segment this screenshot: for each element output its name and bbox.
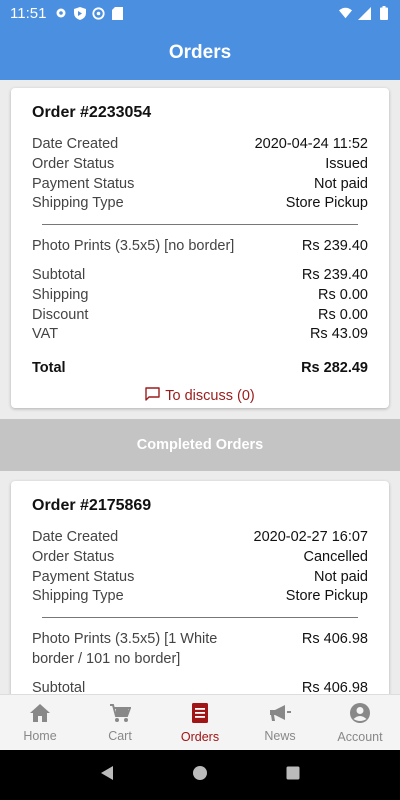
back-icon[interactable] <box>99 765 115 786</box>
discuss-label: To discuss (0) <box>165 387 255 404</box>
info-label: Shipping Type <box>32 588 124 605</box>
totals-label: Discount <box>32 306 89 323</box>
info-label: Date Created <box>32 529 119 545</box>
bottom-nav: Home Cart Orders News Account <box>0 694 400 750</box>
total-row: Total Rs 282.49 <box>32 359 368 379</box>
nav-item-news[interactable]: News <box>240 695 320 750</box>
nav-label: Cart <box>108 728 132 743</box>
info-row-status: Order Status Issued <box>32 155 368 175</box>
totals-value: Rs 239.40 <box>301 266 368 283</box>
divider <box>42 224 358 226</box>
nav-item-cart[interactable]: Cart <box>80 695 160 750</box>
order-card[interactable]: Order #2233054 Date Created 2020-04-24 1… <box>11 88 389 408</box>
page-title: Orders <box>168 42 232 63</box>
nav-label: News <box>264 728 296 743</box>
app-bar: Orders <box>0 26 400 80</box>
section-title: Completed Orders <box>136 437 264 453</box>
signal-icon <box>358 6 371 20</box>
info-value: Not paid <box>313 175 368 192</box>
chat-icon <box>145 387 160 405</box>
line-item: Photo Prints (3.5x5) [1 White border / 1… <box>32 630 368 670</box>
nav-label: Account <box>337 729 383 744</box>
wifi-icon <box>339 7 352 20</box>
line-item-price: Rs 406.98 <box>301 631 368 648</box>
info-row-date: Date Created 2020-04-24 11:52 <box>32 135 368 155</box>
discuss-button[interactable]: To discuss (0) <box>32 387 368 405</box>
info-label: Payment Status <box>32 175 135 192</box>
info-label: Shipping Type <box>32 195 124 212</box>
totals-label: Subtotal <box>32 679 86 694</box>
info-row-date: Date Created 2020-02-27 16:07 <box>32 528 368 548</box>
info-value: Store Pickup <box>285 588 368 605</box>
at-icon <box>92 6 106 20</box>
cart-icon <box>109 703 132 726</box>
status-bar: 11:51 <box>0 0 400 26</box>
status-icons-right <box>339 6 390 20</box>
totals-row-vat: VAT Rs 43.09 <box>32 325 368 345</box>
total-label: Total <box>32 360 66 377</box>
info-row-payment: Payment Status Not paid <box>32 568 368 588</box>
status-time: 11:51 <box>10 4 47 22</box>
account-icon <box>349 702 371 727</box>
recents-icon[interactable] <box>285 765 301 786</box>
info-value: 2020-04-24 11:52 <box>254 136 368 152</box>
gear-icon <box>54 7 67 20</box>
order-title: Order #2175869 <box>32 497 152 514</box>
nav-item-home[interactable]: Home <box>0 695 80 750</box>
shield-icon <box>73 6 86 20</box>
nav-label: Home <box>23 728 57 743</box>
status-icons-left <box>54 6 124 20</box>
divider <box>42 617 358 619</box>
info-value: 2020-02-27 16:07 <box>253 529 369 545</box>
info-value: Store Pickup <box>285 195 368 212</box>
completed-orders-header: Completed Orders <box>0 419 400 471</box>
info-value: Not paid <box>313 568 368 585</box>
total-value: Rs 282.49 <box>301 360 368 377</box>
info-row-status: Order Status Cancelled <box>32 548 368 568</box>
megaphone-icon <box>268 703 292 726</box>
info-row-shipping: Shipping Type Store Pickup <box>32 587 368 607</box>
info-row-shipping: Shipping Type Store Pickup <box>32 194 368 214</box>
sd-card-icon <box>111 6 124 20</box>
nav-label: Orders <box>180 729 220 744</box>
totals-value: Rs 0.00 <box>318 286 368 303</box>
totals-row-discount: Discount Rs 0.00 <box>32 306 368 326</box>
orders-list[interactable]: Order #2233054 Date Created 2020-04-24 1… <box>0 80 400 694</box>
info-label: Order Status <box>32 548 115 565</box>
line-item-label: Photo Prints (3.5x5) [no border] <box>32 238 235 255</box>
totals-value: Rs 0.00 <box>318 306 368 323</box>
system-nav-bar <box>0 750 400 800</box>
nav-item-orders[interactable]: Orders <box>160 695 240 750</box>
info-value: Issued <box>325 155 368 172</box>
battery-icon <box>377 6 390 20</box>
info-label: Payment Status <box>32 568 135 585</box>
totals-row-subtotal: Subtotal Rs 406.98 <box>32 679 368 694</box>
nav-item-account[interactable]: Account <box>320 695 400 750</box>
totals-row-subtotal: Subtotal Rs 239.40 <box>32 266 368 286</box>
totals-row-shipping: Shipping Rs 0.00 <box>32 286 368 306</box>
line-item-price: Rs 239.40 <box>301 238 368 255</box>
order-card[interactable]: Order #2175869 Date Created 2020-02-27 1… <box>11 481 389 694</box>
totals-label: Shipping <box>32 286 89 303</box>
order-title: Order #2233054 <box>32 104 152 121</box>
line-item-label: Photo Prints (3.5x5) [1 White border / 1… <box>32 631 218 667</box>
totals-label: VAT <box>32 326 59 343</box>
info-row-payment: Payment Status Not paid <box>32 175 368 195</box>
orders-icon <box>191 702 209 727</box>
info-label: Date Created <box>32 136 119 152</box>
home-button-icon[interactable] <box>192 765 208 786</box>
info-value: Cancelled <box>303 548 369 565</box>
line-item: Photo Prints (3.5x5) [no border] Rs 239.… <box>32 237 368 257</box>
totals-value: Rs 43.09 <box>309 326 368 343</box>
home-icon <box>29 703 51 726</box>
totals-value: Rs 406.98 <box>301 679 368 694</box>
info-label: Order Status <box>32 155 115 172</box>
totals-label: Subtotal <box>32 266 86 283</box>
